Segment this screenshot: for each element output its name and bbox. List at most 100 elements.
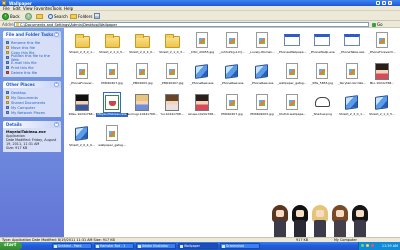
file-item[interactable]: Shield_2_1_0_5... bbox=[96, 30, 128, 60]
anime-band-illustration bbox=[264, 200, 394, 237]
taskbar-item[interactable]: Screenshot bbox=[220, 243, 260, 249]
file-item[interactable]: PM040407.jpg bbox=[96, 61, 128, 91]
security-tray-icon[interactable] bbox=[371, 244, 374, 247]
file-item[interactable]: _PM04903.jpg bbox=[126, 61, 158, 91]
print-icon bbox=[6, 66, 9, 69]
file-item[interactable]: _PhoneTable.exe bbox=[336, 30, 368, 60]
image-file-icon bbox=[286, 94, 298, 110]
maximize-button[interactable]: □ bbox=[382, 1, 386, 5]
file-thumbnail bbox=[74, 124, 90, 143]
file-item[interactable]: _PM040407.jpg bbox=[156, 61, 188, 91]
file-item[interactable]: Shield_2_0_4_0... bbox=[126, 30, 158, 60]
taskbar-item[interactable]: Hamster Bot - 1 bbox=[94, 243, 134, 249]
file-item[interactable]: Mio-1024x768... bbox=[366, 61, 398, 91]
file-item[interactable]: _PhoneForeverD... bbox=[366, 30, 398, 60]
volume-tray-icon[interactable] bbox=[366, 244, 369, 247]
close-button[interactable]: × bbox=[388, 1, 392, 5]
file-item[interactable]: _DSC_20055.jpg bbox=[186, 30, 218, 60]
file-item[interactable]: _PhoneWallp.exe bbox=[306, 30, 338, 60]
file-item[interactable]: _wallpaper_getsg... bbox=[276, 61, 308, 91]
file-name: wallpaper_getsg... bbox=[98, 144, 126, 147]
file-name: Ritsu-1024x768... bbox=[68, 113, 96, 116]
minimize-button[interactable]: _ bbox=[376, 1, 380, 5]
file-item[interactable]: Shield_2_3_0_1... bbox=[66, 30, 98, 60]
file-name: Shield_2_3_0_1... bbox=[69, 51, 95, 54]
up-folder-button[interactable] bbox=[36, 12, 43, 20]
folder-icon bbox=[75, 34, 90, 48]
file-name: _fairytail-Girl-Wa... bbox=[338, 82, 366, 85]
file-thumbnail bbox=[314, 31, 330, 50]
file-item[interactable]: _PhoneRew.exe bbox=[186, 61, 218, 91]
file-item[interactable]: _Shadow.png bbox=[306, 92, 338, 122]
file-item[interactable]: Shield_2_3_0_1... bbox=[336, 92, 368, 122]
task-label: Adobe Illustrator bbox=[142, 244, 169, 248]
file-thumbnail bbox=[134, 93, 150, 112]
folders-button[interactable]: Folders bbox=[70, 12, 92, 20]
file-item[interactable]: _PhoneForever... bbox=[66, 61, 98, 91]
go-button[interactable]: Go bbox=[372, 22, 386, 27]
file-name: _PhoneRew.exe bbox=[250, 82, 274, 85]
file-item[interactable]: _cshhuhtg-k-fcJ... bbox=[216, 30, 248, 60]
place-network[interactable]: My Network Places bbox=[6, 110, 58, 115]
file-item[interactable]: Shield_2_1_0_5... bbox=[366, 92, 398, 122]
file-item[interactable]: MayeiolTableau.exe bbox=[96, 92, 128, 122]
address-field[interactable]: C:\Documents and Settings\Admin\Desktop\… bbox=[14, 22, 369, 27]
address-bar: Address C:\Documents and Settings\Admin\… bbox=[0, 21, 400, 28]
file-item[interactable]: Ritsu-1024x768... bbox=[66, 92, 98, 122]
move-icon bbox=[6, 46, 9, 49]
file-item[interactable]: PM0409003.jpg bbox=[246, 92, 278, 122]
file-item[interactable]: Shield_2_1_0_3... bbox=[156, 30, 188, 60]
file-item[interactable]: _Lovely-Woman... bbox=[246, 30, 278, 60]
file-name: _IMG_5853.jpg bbox=[310, 82, 334, 85]
toolbar: ‹ Back › Search Folders bbox=[0, 11, 400, 21]
forward-button[interactable]: › bbox=[25, 12, 32, 20]
clock: 11:59 AM bbox=[381, 244, 398, 248]
search-button[interactable]: Search bbox=[48, 12, 68, 20]
file-item[interactable]: _Mut10-wallpape... bbox=[276, 92, 308, 122]
file-item[interactable]: Shield_2_0_4_0... bbox=[66, 123, 98, 153]
file-thumbnail bbox=[344, 31, 360, 50]
task-publish[interactable]: Publish this file to the Web bbox=[6, 54, 58, 62]
details-panel: Details ^ MayeiolTableau.exe Application… bbox=[3, 121, 61, 152]
network-tray-icon[interactable] bbox=[361, 244, 364, 247]
folder-icon bbox=[180, 245, 183, 248]
file-name: _DSC_20055.jpg bbox=[189, 51, 215, 54]
chevron-up-icon[interactable]: ^ bbox=[54, 122, 59, 127]
task-label: Rename this file bbox=[11, 40, 41, 45]
image-icon bbox=[222, 245, 225, 248]
details-header[interactable]: Details ^ bbox=[3, 121, 61, 128]
file-item[interactable]: _fairytail-Girl-Wa... bbox=[336, 61, 368, 91]
file-item[interactable]: Azusa-1024x768... bbox=[186, 92, 218, 122]
file-item[interactable]: PM040407.jpg bbox=[216, 92, 248, 122]
file-item[interactable]: _IMG_5853.jpg bbox=[306, 61, 338, 91]
file-name: MayeiolTableau.exe bbox=[96, 113, 128, 117]
other-places-header[interactable]: Other Places ^ bbox=[3, 81, 61, 88]
views-button[interactable] bbox=[94, 12, 100, 20]
file-thumbnail bbox=[314, 93, 330, 112]
file-thumbnail bbox=[374, 31, 390, 50]
image-file-icon bbox=[256, 94, 268, 110]
file-item[interactable]: _PhoneRew.exe bbox=[216, 61, 248, 91]
place-label: Shared Documents bbox=[11, 100, 46, 105]
file-thumbnail bbox=[104, 124, 120, 143]
file-name: Azusa-1024x768... bbox=[187, 113, 216, 116]
back-button[interactable]: ‹ Back bbox=[2, 12, 20, 20]
taskbar-item-active[interactable]: Wallpaper bbox=[178, 243, 218, 249]
file-item[interactable]: _PhoneRew.exe bbox=[246, 61, 278, 91]
file-name: _Mut10-wallpape... bbox=[277, 113, 307, 116]
start-button[interactable]: start bbox=[0, 242, 22, 250]
file-item[interactable]: wallpaper_getsg... bbox=[96, 123, 128, 153]
image-file-icon bbox=[376, 32, 388, 48]
cube-app-icon bbox=[225, 64, 238, 79]
file-item[interactable]: _PhonesWallpape... bbox=[276, 30, 308, 60]
chevron-up-icon[interactable]: ^ bbox=[54, 82, 59, 87]
file-item[interactable]: Tsumugi-1024x768... bbox=[126, 92, 158, 122]
file-item[interactable]: Yui-1024x768... bbox=[156, 92, 188, 122]
taskbar-item[interactable]: Adobe Illustrator bbox=[136, 243, 176, 249]
task-delete[interactable]: Delete this file bbox=[6, 70, 58, 75]
image-file-icon bbox=[166, 63, 178, 79]
taskbar-item[interactable]: Untitled - Paint bbox=[52, 243, 92, 249]
file-tasks-header[interactable]: File and Folder Tasks ^ bbox=[3, 31, 61, 38]
chevron-up-icon[interactable]: ^ bbox=[54, 32, 59, 37]
file-view[interactable]: Shield_2_3_0_1... Shield_2_1_0_5... Shield… bbox=[64, 28, 400, 237]
